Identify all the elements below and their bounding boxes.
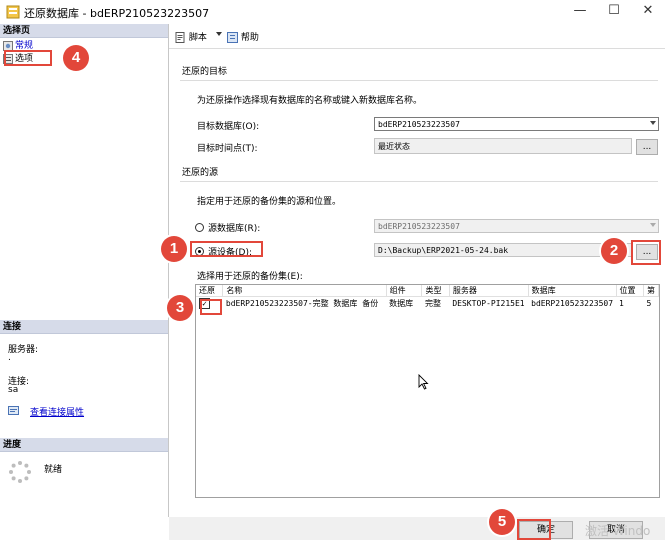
grid-header-row: 还原 名称 组件 类型 服务器 数据库 位置 第 xyxy=(196,285,659,297)
target-database-combo[interactable]: bdERP210523223507 xyxy=(374,117,659,131)
source-group-label: 还原的源 xyxy=(182,168,219,178)
annotation-marker-5: 5 xyxy=(489,509,515,535)
maximize-button[interactable]: ☐ xyxy=(597,0,631,24)
database-cell: bdERP210523223507 xyxy=(528,296,617,310)
highlight-options xyxy=(4,50,52,66)
progress-spinner-icon xyxy=(9,461,31,483)
backup-sets-grid[interactable]: 还原 名称 组件 类型 服务器 数据库 位置 第 ✓ bdERP21052322… xyxy=(195,284,660,498)
backup-sets-label: 选择用于还原的备份集(E): xyxy=(197,272,303,282)
table-row[interactable]: ✓ bdERP210523223507-完整 数据库 备份 数据库 完整 DES… xyxy=(196,296,659,310)
server-value: . xyxy=(8,353,11,363)
title-bar: 还原数据库 - bdERP210523223507 — ☐ ✕ xyxy=(0,0,665,25)
connection-value: sa xyxy=(8,385,19,395)
source-description: 指定用于还原的备份集的源和位置。 xyxy=(197,197,342,207)
connection-properties-icon xyxy=(8,406,19,415)
source-database-value: bdERP210523223507 xyxy=(378,222,460,231)
script-icon xyxy=(175,32,185,43)
highlight-browse-button xyxy=(631,240,661,265)
target-database-value: bdERP210523223507 xyxy=(378,120,460,129)
source-divider xyxy=(180,181,658,182)
col-database[interactable]: 数据库 xyxy=(528,285,617,297)
col-component[interactable]: 组件 xyxy=(386,285,423,297)
highlight-restore-checkbox xyxy=(200,299,222,315)
help-label: 帮助 xyxy=(240,33,259,43)
name-cell: bdERP210523223507-完整 数据库 备份 xyxy=(222,296,387,310)
annotation-marker-4: 4 xyxy=(63,45,89,71)
col-first[interactable]: 第 xyxy=(643,285,659,297)
help-icon xyxy=(227,32,238,43)
script-button[interactable]: 脚本 xyxy=(175,30,207,43)
destination-divider xyxy=(180,80,658,81)
restore-database-icon xyxy=(6,5,20,19)
script-label: 脚本 xyxy=(188,33,207,43)
script-dropdown-arrow[interactable] xyxy=(216,32,222,36)
type-cell: 完整 xyxy=(421,296,450,310)
first-cell: 5 xyxy=(643,296,659,310)
col-name[interactable]: 名称 xyxy=(222,285,387,297)
chevron-down-icon xyxy=(650,223,656,227)
annotation-marker-1: 1 xyxy=(161,236,187,262)
target-time-field: 最近状态 xyxy=(374,138,632,154)
source-device-field: D:\Backup\ERP2021-05-24.bak xyxy=(374,243,632,257)
activate-windows-watermark: 激活 Windo xyxy=(585,524,651,538)
col-server[interactable]: 服务器 xyxy=(449,285,529,297)
server-cell: DESKTOP-PI215E1 xyxy=(449,296,529,310)
position-cell: 1 xyxy=(616,296,644,310)
select-page-header: 选择页 xyxy=(0,24,168,38)
help-button[interactable]: 帮助 xyxy=(227,30,259,43)
connection-header: 连接 xyxy=(0,320,168,334)
highlight-ok-button xyxy=(517,519,551,540)
minimize-button[interactable]: — xyxy=(563,0,597,24)
component-cell: 数据库 xyxy=(386,296,422,310)
mouse-cursor-icon xyxy=(418,374,429,390)
highlight-source-device xyxy=(190,241,263,257)
server-label: 服务器: xyxy=(8,345,39,355)
close-button[interactable]: ✕ xyxy=(631,0,665,24)
source-database-combo[interactable]: bdERP210523223507 xyxy=(374,219,659,233)
destination-description: 为还原操作选择现有数据库的名称或键入新数据库名称。 xyxy=(197,96,423,106)
target-time-button[interactable]: ... xyxy=(636,139,658,155)
target-database-label: 目标数据库(O): xyxy=(197,122,260,132)
view-connection-properties-link[interactable]: 查看连接属性 xyxy=(30,405,84,418)
source-database-label: 源数据库(R): xyxy=(208,224,261,234)
col-type[interactable]: 类型 xyxy=(421,285,450,297)
chevron-down-icon xyxy=(650,121,656,125)
col-position[interactable]: 位置 xyxy=(616,285,644,297)
left-panel: 选择页 常规 选项 连接 服务器: . 连接: sa 查看连接属性 进度 就绪 xyxy=(0,24,169,517)
destination-group-label: 还原的目标 xyxy=(182,67,228,77)
progress-header: 进度 xyxy=(0,438,168,452)
toolbar: 脚本 帮助 xyxy=(169,24,665,49)
settings-page-icon xyxy=(3,40,13,51)
target-time-label: 目标时间点(T): xyxy=(197,144,258,154)
window-title: 还原数据库 - bdERP210523223507 xyxy=(24,7,210,20)
source-database-radio[interactable] xyxy=(195,223,204,232)
progress-status: 就绪 xyxy=(44,465,63,475)
annotation-marker-2: 2 xyxy=(601,238,627,264)
col-restore[interactable]: 还原 xyxy=(196,285,224,297)
annotation-marker-3: 3 xyxy=(167,295,193,321)
